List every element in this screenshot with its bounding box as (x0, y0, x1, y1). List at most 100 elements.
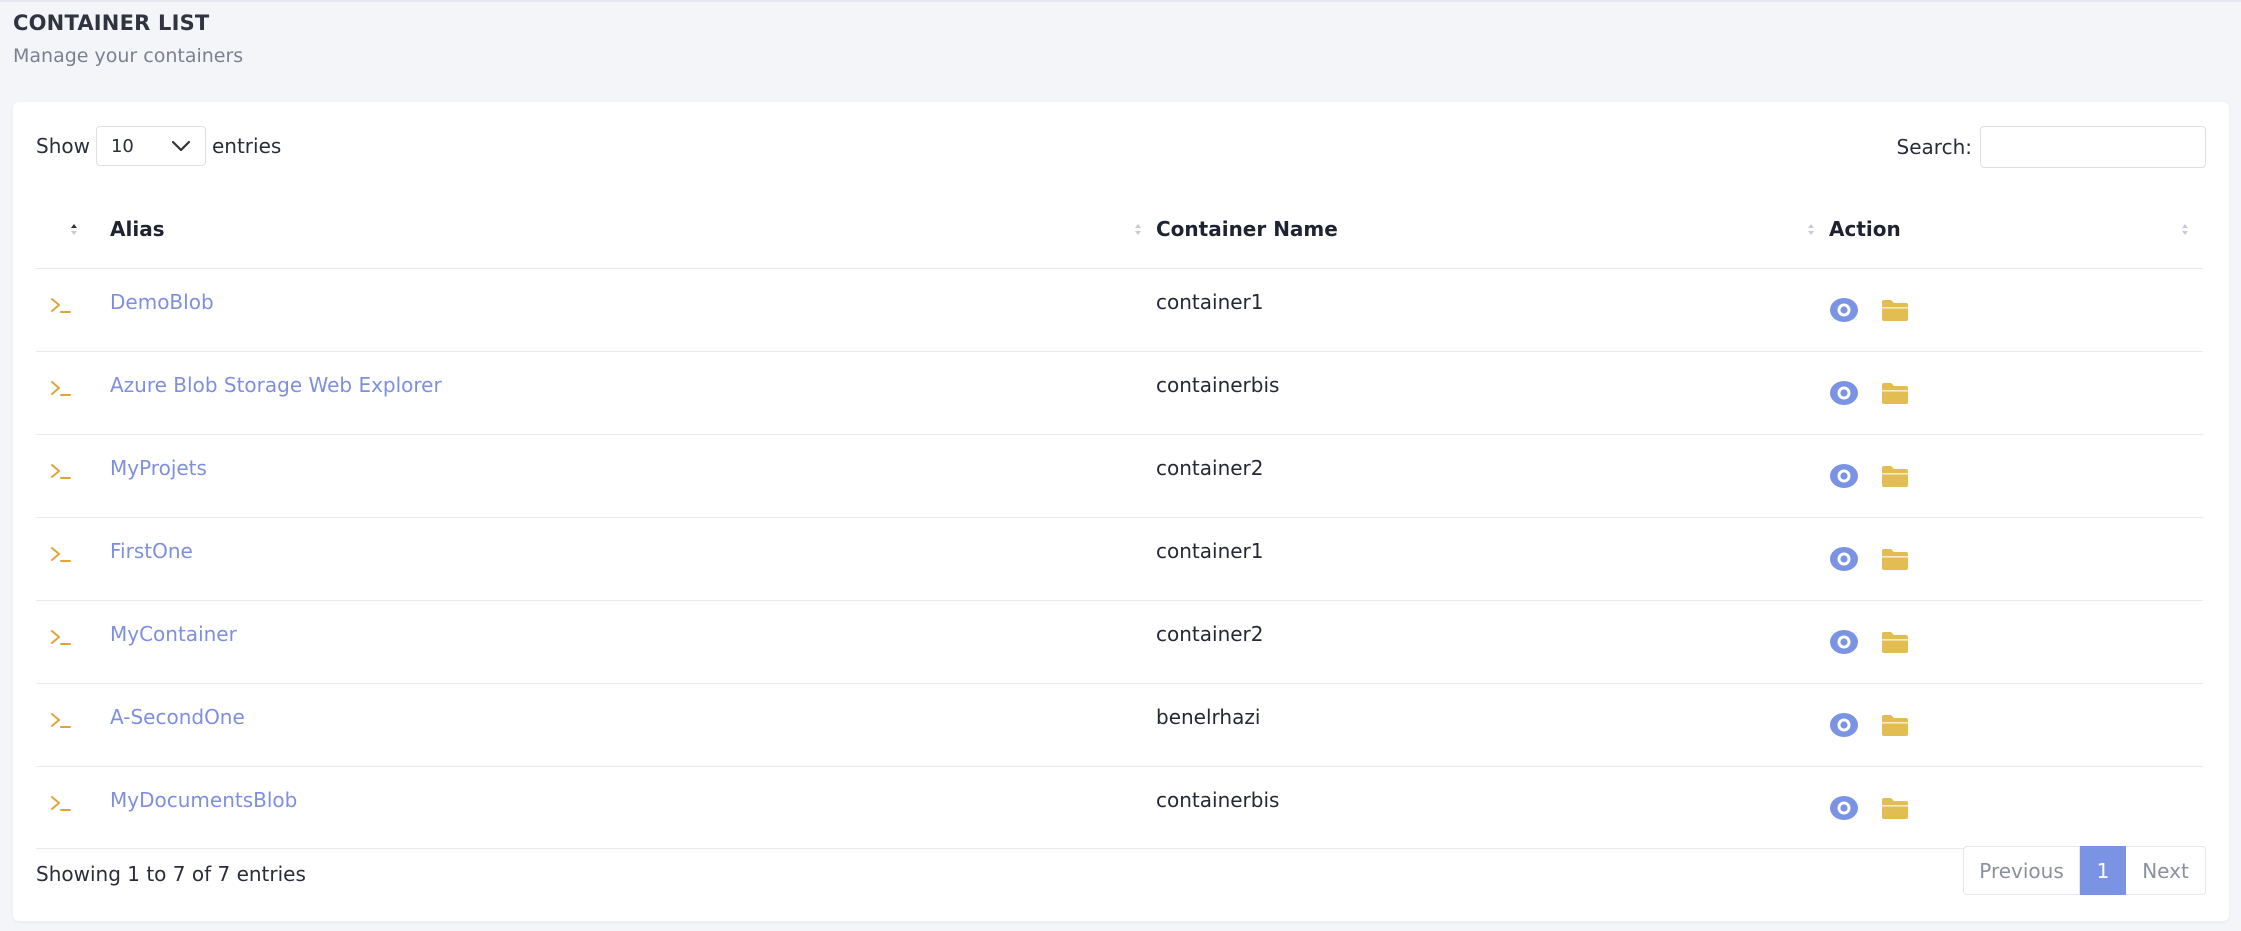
alias-cell: MyProjets (110, 434, 1156, 518)
column-header-container-name[interactable]: Container Name (1156, 190, 1829, 269)
container-name-cell: container2 (1156, 600, 1829, 684)
open-folder-button[interactable] (1881, 796, 1909, 820)
alias-link[interactable]: A-SecondOne (110, 705, 245, 729)
container-name: containerbis (1156, 787, 1280, 812)
container-name-cell: containerbis (1156, 351, 1829, 435)
eye-icon (1830, 546, 1858, 571)
view-button[interactable] (1829, 463, 1859, 489)
top-border (0, 0, 2241, 2)
alias-link[interactable]: MyDocumentsBlob (110, 788, 297, 812)
alias-cell: FirstOne (110, 517, 1156, 601)
eye-icon (1830, 629, 1858, 654)
row-control-cell[interactable] (36, 517, 110, 601)
row-control-cell[interactable] (36, 351, 110, 435)
row-actions (1829, 546, 2203, 572)
view-button[interactable] (1829, 380, 1859, 406)
alias-link[interactable]: MyContainer (110, 622, 237, 646)
container-name: benelrhazi (1156, 704, 1261, 729)
table-row: MyProjets container2 (36, 434, 2203, 518)
table-row: MyDocumentsBlob containerbis (36, 766, 2203, 849)
page-title: CONTAINER LIST (13, 11, 210, 35)
container-name-cell: containerbis (1156, 766, 1829, 849)
previous-page-button[interactable]: Previous (1963, 846, 2080, 895)
search-input[interactable] (1980, 126, 2206, 168)
table-row: A-SecondOne benelrhazi (36, 683, 2203, 767)
column-header-label: Alias (110, 216, 165, 241)
row-actions (1829, 463, 2203, 489)
alias-cell: DemoBlob (110, 268, 1156, 352)
pagination: Previous 1 Next (1963, 846, 2206, 895)
row-actions (1829, 629, 2203, 655)
row-control-cell[interactable] (36, 683, 110, 767)
folder-icon (1882, 631, 1908, 653)
container-name-cell: container1 (1156, 517, 1829, 601)
sort-icon (1135, 223, 1141, 235)
container-name: container1 (1156, 538, 1264, 563)
open-folder-button[interactable] (1881, 381, 1909, 405)
terminal-prompt-icon (51, 546, 71, 562)
eye-icon (1830, 380, 1858, 405)
column-header-action[interactable]: Action (1829, 190, 2203, 269)
row-control-cell[interactable] (36, 434, 110, 518)
terminal-prompt-icon (51, 463, 71, 479)
view-button[interactable] (1829, 546, 1859, 572)
alias-link[interactable]: DemoBlob (110, 290, 214, 314)
page-1-button[interactable]: 1 (2080, 846, 2126, 895)
alias-link[interactable]: MyProjets (110, 456, 207, 480)
table-row: FirstOne container1 (36, 517, 2203, 601)
page-subtitle: Manage your containers (13, 45, 244, 67)
sort-asc-icon (71, 223, 77, 235)
column-header-label: Container Name (1156, 216, 1338, 241)
alias-cell: MyDocumentsBlob (110, 766, 1156, 849)
entries-length-control: Show 10 entries (36, 126, 281, 166)
action-cell (1829, 434, 2203, 518)
open-folder-button[interactable] (1881, 547, 1909, 571)
alias-cell: A-SecondOne (110, 683, 1156, 767)
eye-icon (1830, 463, 1858, 488)
next-page-button[interactable]: Next (2126, 846, 2206, 895)
row-control-cell[interactable] (36, 600, 110, 684)
terminal-prompt-icon (51, 297, 71, 313)
row-control-cell[interactable] (36, 766, 110, 849)
row-control-cell[interactable] (36, 268, 110, 352)
alias-link[interactable]: Azure Blob Storage Web Explorer (110, 373, 442, 397)
action-cell (1829, 683, 2203, 767)
table-row: Azure Blob Storage Web Explorer container… (36, 351, 2203, 435)
page-header: CONTAINER LIST Manage your containers (13, 11, 243, 67)
container-name: containerbis (1156, 372, 1280, 397)
open-folder-button[interactable] (1881, 630, 1909, 654)
entries-label: entries (211, 134, 282, 158)
terminal-prompt-icon (51, 712, 71, 728)
folder-icon (1882, 382, 1908, 404)
row-actions (1829, 712, 2203, 738)
entries-per-page-select[interactable]: 10 (95, 126, 206, 166)
container-name-cell: container2 (1156, 434, 1829, 518)
table-header-row: Alias Container Name Action (36, 190, 2203, 269)
view-button[interactable] (1829, 297, 1859, 323)
open-folder-button[interactable] (1881, 713, 1909, 737)
view-button[interactable] (1829, 629, 1859, 655)
container-name: container2 (1156, 621, 1264, 646)
open-folder-button[interactable] (1881, 298, 1909, 322)
container-table: Alias Container Name Action DemoBlob cont… (36, 190, 2203, 849)
chevron-down-icon (171, 140, 191, 152)
sort-icon (2182, 223, 2188, 235)
container-name-cell: container1 (1156, 268, 1829, 352)
alias-cell: MyContainer (110, 600, 1156, 684)
column-header-alias[interactable]: Alias (110, 190, 1156, 269)
action-cell (1829, 600, 2203, 684)
column-header-control[interactable] (36, 190, 110, 269)
view-button[interactable] (1829, 712, 1859, 738)
action-cell (1829, 517, 2203, 601)
alias-link[interactable]: FirstOne (110, 539, 193, 563)
terminal-prompt-icon (51, 380, 71, 396)
action-cell (1829, 268, 2203, 352)
eye-icon (1830, 795, 1858, 820)
open-folder-button[interactable] (1881, 464, 1909, 488)
folder-icon (1882, 465, 1908, 487)
alias-cell: Azure Blob Storage Web Explorer (110, 351, 1156, 435)
row-actions (1829, 380, 2203, 406)
table-row: DemoBlob container1 (36, 268, 2203, 352)
folder-icon (1882, 299, 1908, 321)
view-button[interactable] (1829, 795, 1859, 821)
